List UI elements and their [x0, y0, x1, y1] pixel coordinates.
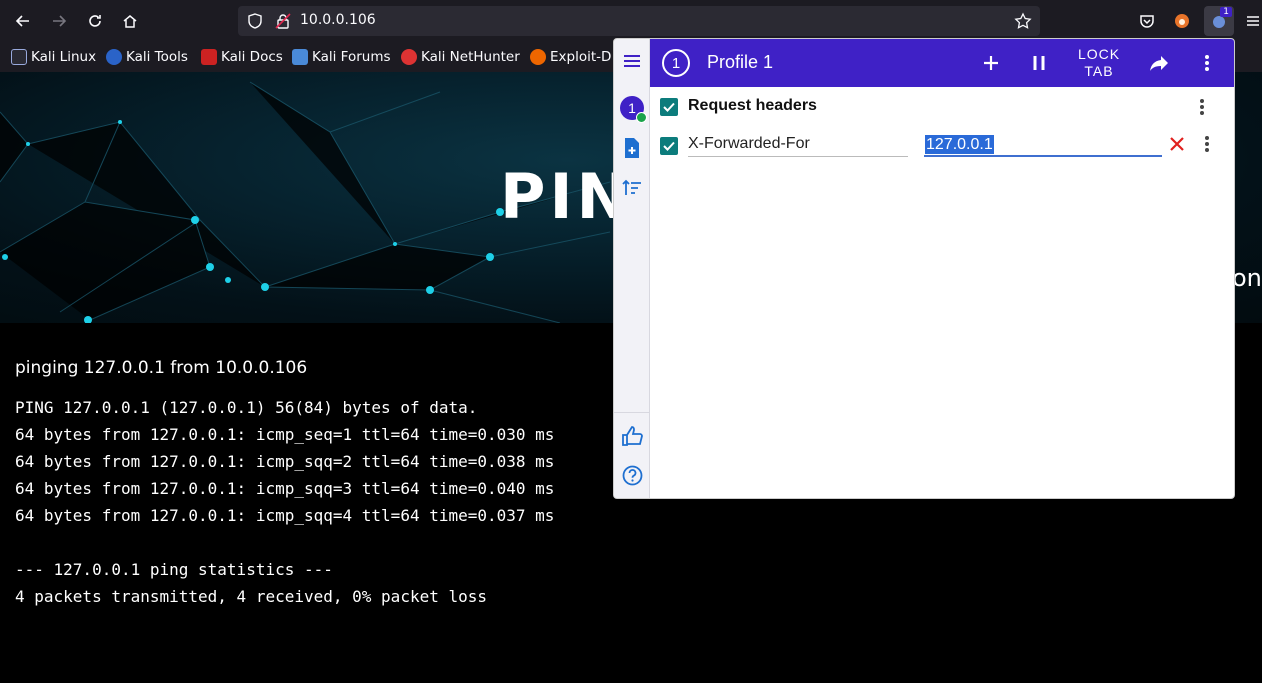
section-more-icon[interactable]	[1194, 97, 1210, 117]
output-line: 4 packets transmitted, 4 received, 0% pa…	[15, 587, 488, 606]
url-text[interactable]: 10.0.0.106	[300, 12, 376, 28]
ping-output: pinging 127.0.0.1 from 10.0.0.106 PING 1…	[15, 358, 554, 610]
profile-header: 1 Profile 1 LOCK TAB	[650, 39, 1234, 87]
nethunter-icon	[401, 49, 417, 65]
header-more-icon[interactable]	[1199, 134, 1215, 154]
output-line: PING 127.0.0.1 (127.0.0.1) 56(84) bytes …	[15, 398, 478, 417]
profile-title[interactable]: Profile 1	[707, 52, 773, 73]
fox-extension-icon[interactable]	[1168, 7, 1196, 35]
bookmark-kali-forums[interactable]: Kali Forums	[292, 48, 391, 66]
sort-icon[interactable]	[622, 179, 642, 201]
output-line: 64 bytes from 127.0.0.1: icmp_sqq=3 ttl=…	[15, 479, 555, 498]
modheader-popup: 1 1 Profile 1 LOCK TAB Request headers X…	[613, 38, 1235, 499]
more-vert-icon[interactable]	[1195, 51, 1219, 75]
insecure-lock-icon[interactable]	[274, 12, 292, 34]
delete-header-icon[interactable]	[1169, 136, 1185, 156]
bookmark-kali-nethunter[interactable]: Kali NetHunter	[401, 48, 520, 66]
menu-icon[interactable]	[1244, 7, 1262, 35]
bookmark-star-icon[interactable]	[1014, 12, 1032, 34]
request-headers-title: Request headers	[688, 97, 817, 114]
output-line: --- 127.0.0.1 ping statistics ---	[15, 560, 333, 579]
output-line: 64 bytes from 127.0.0.1: icmp_sqq=4 ttl=…	[15, 506, 555, 525]
shield-icon[interactable]	[246, 12, 264, 34]
ping-heading: pinging 127.0.0.1 from 10.0.0.106	[15, 358, 308, 378]
exploit-db-icon	[530, 49, 546, 65]
help-icon[interactable]	[622, 465, 643, 490]
profile-1-avatar[interactable]: 1	[620, 96, 647, 123]
url-bar[interactable]: 10.0.0.106	[238, 6, 1040, 36]
back-icon[interactable]	[9, 7, 37, 35]
kali-tools-icon	[106, 49, 122, 65]
extension-badge: 1	[1220, 7, 1232, 17]
share-icon[interactable]	[1147, 51, 1171, 75]
header-value-selection: 127.0.0.1	[925, 135, 994, 154]
add-icon[interactable]	[979, 51, 1003, 75]
add-profile-icon[interactable]	[623, 137, 641, 163]
header-enabled-checkbox[interactable]	[660, 137, 678, 155]
output-line: 64 bytes from 127.0.0.1: icmp_sqq=2 ttl=…	[15, 452, 555, 471]
modheader-extension-icon[interactable]: 1	[1204, 6, 1234, 36]
request-headers-checkbox[interactable]	[660, 98, 678, 116]
forward-icon[interactable]	[45, 7, 73, 35]
bookmark-kali-tools[interactable]: Kali Tools	[106, 48, 188, 66]
sidebar-menu-icon[interactable]	[622, 51, 642, 75]
profile-sidebar: 1	[614, 39, 650, 498]
thumbs-up-icon[interactable]	[621, 425, 643, 451]
sidebar-divider	[614, 412, 650, 413]
kali-dragon-icon	[11, 49, 27, 65]
kali-forums-icon	[292, 49, 308, 65]
bookmark-kali-docs[interactable]: Kali Docs	[201, 48, 283, 66]
active-check-icon	[636, 112, 647, 123]
hero-side-text: on	[1232, 264, 1262, 292]
header-name-field[interactable]: X-Forwarded-For	[688, 135, 908, 157]
reload-icon[interactable]	[81, 7, 109, 35]
kali-docs-icon	[201, 49, 217, 65]
profile-number-badge[interactable]: 1	[662, 49, 690, 77]
browser-toolbar: 10.0.0.106 1	[0, 0, 1262, 42]
bookmark-exploit-db[interactable]: Exploit-D	[530, 48, 611, 66]
bookmark-kali-linux[interactable]: Kali Linux	[11, 48, 96, 66]
pause-icon[interactable]	[1027, 51, 1051, 75]
pocket-icon[interactable]	[1133, 7, 1161, 35]
lock-tab-button[interactable]: LOCK TAB	[1071, 46, 1127, 80]
output-line: 64 bytes from 127.0.0.1: icmp_seq=1 ttl=…	[15, 425, 555, 444]
home-icon[interactable]	[116, 7, 144, 35]
